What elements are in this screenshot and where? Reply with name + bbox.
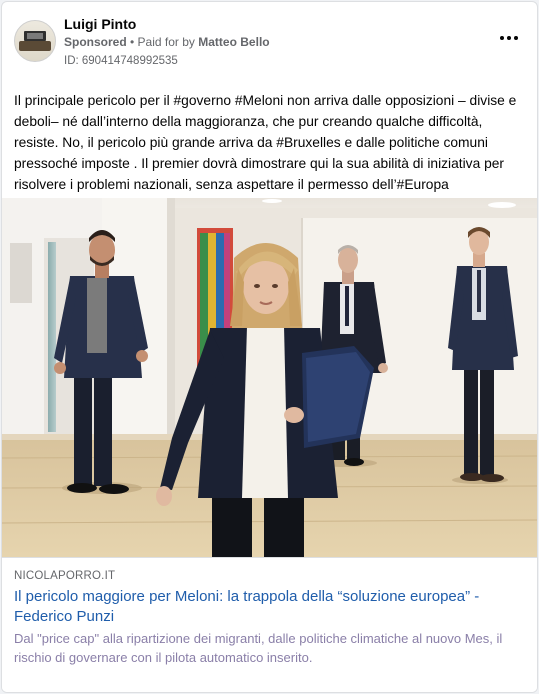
payer-name[interactable]: Matteo Bello xyxy=(198,35,269,49)
link-title[interactable]: Il pericolo maggiore per Meloni: la trap… xyxy=(14,587,526,627)
post-header: Luigi Pinto Sponsored • Paid for by Matt… xyxy=(2,2,537,82)
ad-id: ID: 690414748992535 xyxy=(64,55,178,67)
article-photo[interactable] xyxy=(2,198,537,557)
author-avatar[interactable] xyxy=(14,20,56,62)
link-domain: NICOLAPORRO.IT xyxy=(14,570,116,582)
sponsored-post-card: Luigi Pinto Sponsored • Paid for by Matt… xyxy=(1,1,538,693)
post-text: Il principale pericolo per il #governo #… xyxy=(14,93,517,192)
paid-for-label: • Paid for by xyxy=(130,35,195,49)
avatar-desk xyxy=(19,41,51,51)
more-options-icon[interactable] xyxy=(497,28,521,48)
avatar-board-inner xyxy=(27,33,43,39)
author-name[interactable]: Luigi Pinto xyxy=(64,16,136,32)
post-meta: Sponsored • Paid for by Matteo Bello xyxy=(64,35,270,49)
link-description: Dal "price cap" alla ripartizione dei mi… xyxy=(14,631,503,665)
link-preview[interactable]: NICOLAPORRO.IT Il pericolo maggiore per … xyxy=(2,557,537,692)
sponsored-label: Sponsored xyxy=(64,35,127,49)
photo-illustration xyxy=(2,198,537,557)
